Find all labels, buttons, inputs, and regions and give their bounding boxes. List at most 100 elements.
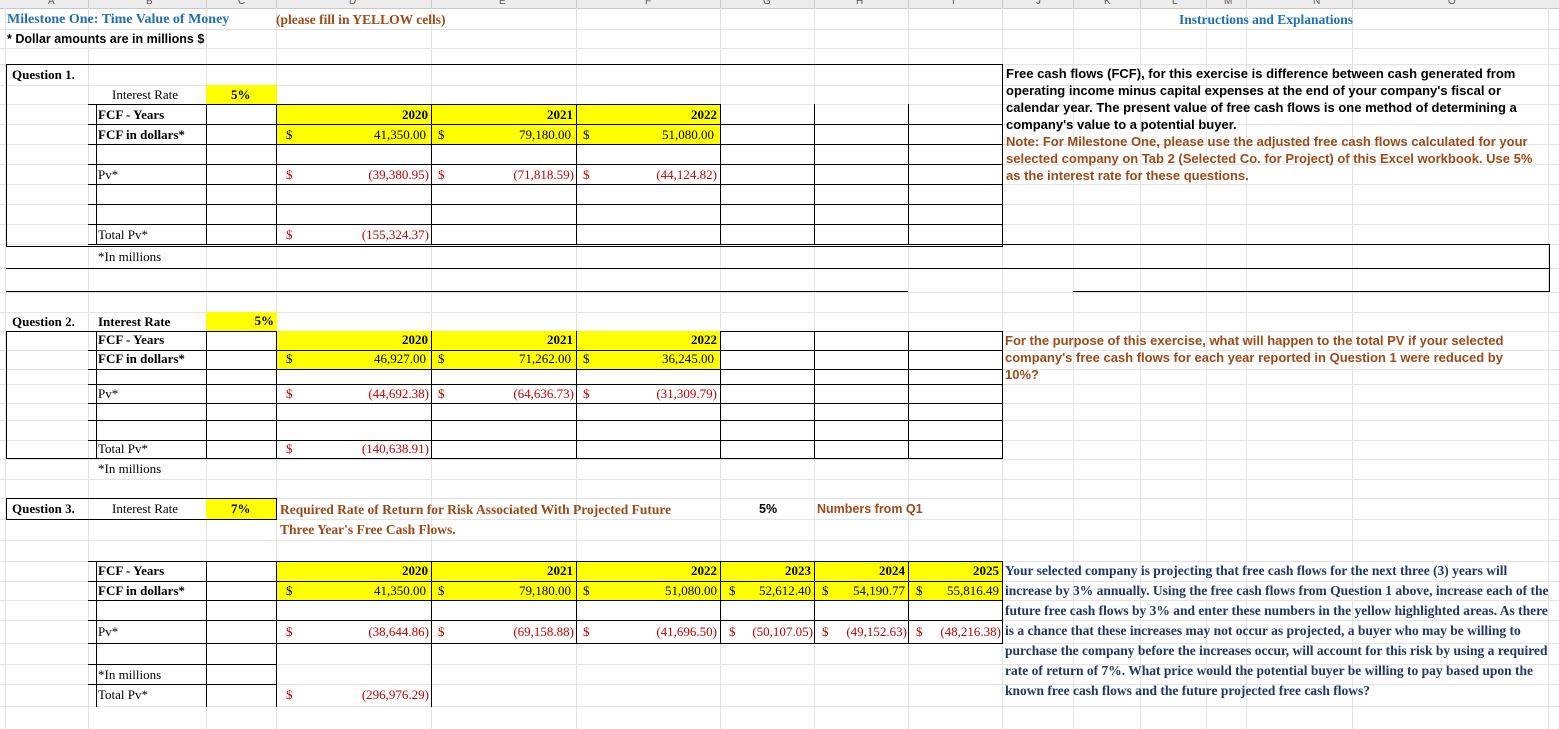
q3-fcf-dollar-2: $ [438,583,445,598]
q1-interest-rate-label[interactable]: Interest Rate [112,87,178,103]
q3-label[interactable]: Question 3. [12,501,75,517]
q2-year-2020[interactable]: 2020 [330,332,428,348]
q3-pv-2023-cell[interactable]: (50,107.05) [740,624,813,640]
q3-year-2021[interactable]: 2021 [475,563,573,579]
q3-interest-rate-cell[interactable]: 7% [231,501,251,517]
column-header-o[interactable]: O [1448,0,1456,7]
q2-year-2021[interactable]: 2021 [475,332,573,348]
q1-fcf-dollar-3: $ [583,127,590,142]
column-header-k[interactable]: K [1104,0,1111,7]
q1-pv-2020-cell[interactable]: (39,380.95) [330,167,429,183]
q1-total-cell[interactable]: (155,324.37) [330,227,429,243]
q2-total-label[interactable]: Total Pv* [98,441,148,457]
q3-fcf-2022-cell[interactable]: 51,080.00 [614,583,717,599]
q3-pv-label[interactable]: Pv* [98,624,118,640]
q3-fcf-label[interactable]: FCF in dollars* [98,583,185,599]
q1-fcf-label[interactable]: FCF in dollars* [98,127,185,143]
q2-pv-label[interactable]: Pv* [98,386,118,402]
column-header-f[interactable]: F [645,0,651,7]
q3-required-rate-text[interactable]: Required Rate of Return for Risk Associa… [280,500,700,540]
q2-fcf-2021-cell[interactable]: 71,262.00 [470,351,571,367]
q3-explanation[interactable]: Your selected company is projecting that… [1005,561,1550,701]
q1-label[interactable]: Question 1. [12,67,75,83]
q1-note-text: Note: For Milestone One, please use the … [1006,134,1533,183]
q2-total-cell[interactable]: (140,638.91) [330,441,429,457]
q3-numbers-from-note[interactable]: Numbers from Q1 [817,501,923,517]
q1-pv-dollar-3: $ [583,167,590,182]
q1-pv-2022-cell[interactable]: (44,124.82) [614,167,717,183]
dollar-note[interactable]: * Dollar amounts are in millions $ [7,31,204,47]
column-header-m[interactable]: M [1224,0,1232,7]
q3-fcf-2020-cell[interactable]: 41,350.00 [330,583,426,599]
q1-years-label[interactable]: FCF - Years [98,107,164,123]
q1-fcf-2022-cell[interactable]: 51,080.00 [614,127,714,143]
q3-pv-2024-cell[interactable]: (49,152.63) [834,624,907,640]
q3-year-2022[interactable]: 2022 [619,563,717,579]
q3-pv-2025-cell[interactable]: (48,216.38) [928,624,1001,640]
sheet-title[interactable]: Milestone One: Time Value of Money [7,12,229,28]
q3-pv-2022-cell[interactable]: (41,696.50) [614,624,717,640]
column-header-j[interactable]: J [1036,0,1041,7]
q1-year-2021[interactable]: 2021 [475,107,573,123]
q3-pv-dollar-4: $ [729,624,736,639]
q2-interest-rate-label[interactable]: Interest Rate [98,314,170,330]
q1-interest-rate-cell[interactable]: 5% [231,87,251,103]
q1-pv-2021-cell[interactable]: (71,818.59) [470,167,574,183]
column-header-a[interactable]: A [48,0,55,7]
column-header-g[interactable]: G [763,0,771,7]
q3-q1-rate[interactable]: 5% [759,501,777,517]
q3-interest-rate-label[interactable]: Interest Rate [112,501,178,517]
q2-label[interactable]: Question 2. [12,314,75,330]
q3-pv-dollar-3: $ [583,624,590,639]
q3-year-2024[interactable]: 2024 [814,563,905,579]
q2-pv-2021-cell[interactable]: (64,636.73) [470,386,574,402]
q2-fcf-label[interactable]: FCF in dollars* [98,351,185,367]
column-header-d[interactable]: D [349,0,356,7]
q3-fcf-2025-cell[interactable]: 55,816.49 [928,583,999,599]
q1-total-label[interactable]: Total Pv* [98,227,148,243]
q2-explanation[interactable]: For the purpose of this exercise, what w… [1005,332,1535,383]
column-header-b[interactable]: B [146,0,153,7]
q3-year-2023[interactable]: 2023 [720,563,811,579]
q1-fcf-2021-cell[interactable]: 79,180.00 [470,127,571,143]
q3-total-label[interactable]: Total Pv* [98,687,148,703]
q1-explanation[interactable]: Free cash flows (FCF), for this exercise… [1006,65,1546,184]
column-header-i[interactable]: I [952,0,955,7]
q2-millions-note[interactable]: *In millions [98,461,161,477]
q2-pv-2020-cell[interactable]: (44,692.38) [330,386,429,402]
q3-year-2020[interactable]: 2020 [330,563,428,579]
q1-fcf-2020-cell[interactable]: 41,350.00 [330,127,426,143]
q2-fcf-2022-cell[interactable]: 36,245.00 [614,351,714,367]
q3-total-cell[interactable]: (296,976.29) [330,687,429,703]
q1-millions-note[interactable]: *In millions [98,249,161,265]
column-header-h[interactable]: H [856,0,863,7]
q1-year-2020[interactable]: 2020 [330,107,428,123]
q1-pv-dollar-2: $ [438,167,445,182]
q1-year-2022[interactable]: 2022 [619,107,717,123]
q3-pv-2021-cell[interactable]: (69,158.88) [470,624,574,640]
q2-pv-dollar-3: $ [583,386,590,401]
q3-years-label[interactable]: FCF - Years [98,563,164,579]
q2-years-label[interactable]: FCF - Years [98,332,164,348]
q3-pv-2020-cell[interactable]: (38,644.86) [330,624,429,640]
q3-fcf-2024-cell[interactable]: 54,190.77 [834,583,905,599]
q3-millions-note[interactable]: *In millions [98,667,161,683]
column-header-l[interactable]: L [1172,0,1178,7]
column-header-n[interactable]: N [1313,0,1320,7]
q3-fcf-dollar-4: $ [729,583,736,598]
fill-note[interactable]: (please fill in YELLOW cells) [276,12,446,28]
q2-interest-rate-cell[interactable]: 5% [206,313,275,329]
column-header-c[interactable]: C [238,0,245,7]
column-header-e[interactable]: E [499,0,506,7]
q3-pv-dollar-5: $ [822,624,829,639]
q1-total-dollar: $ [286,227,293,242]
q2-year-2022[interactable]: 2022 [619,332,717,348]
q3-year-2025[interactable]: 2025 [908,563,999,579]
q3-fcf-2023-cell[interactable]: 52,612.40 [740,583,811,599]
q2-pv-2022-cell[interactable]: (31,309.79) [614,386,717,402]
q2-fcf-2020-cell[interactable]: 46,927.00 [330,351,426,367]
q2-fcf-dollar-2: $ [438,351,445,366]
q3-fcf-2021-cell[interactable]: 79,180.00 [470,583,571,599]
q1-pv-label[interactable]: Pv* [98,167,118,183]
instructions-title[interactable]: Instructions and Explanations [1179,12,1353,28]
